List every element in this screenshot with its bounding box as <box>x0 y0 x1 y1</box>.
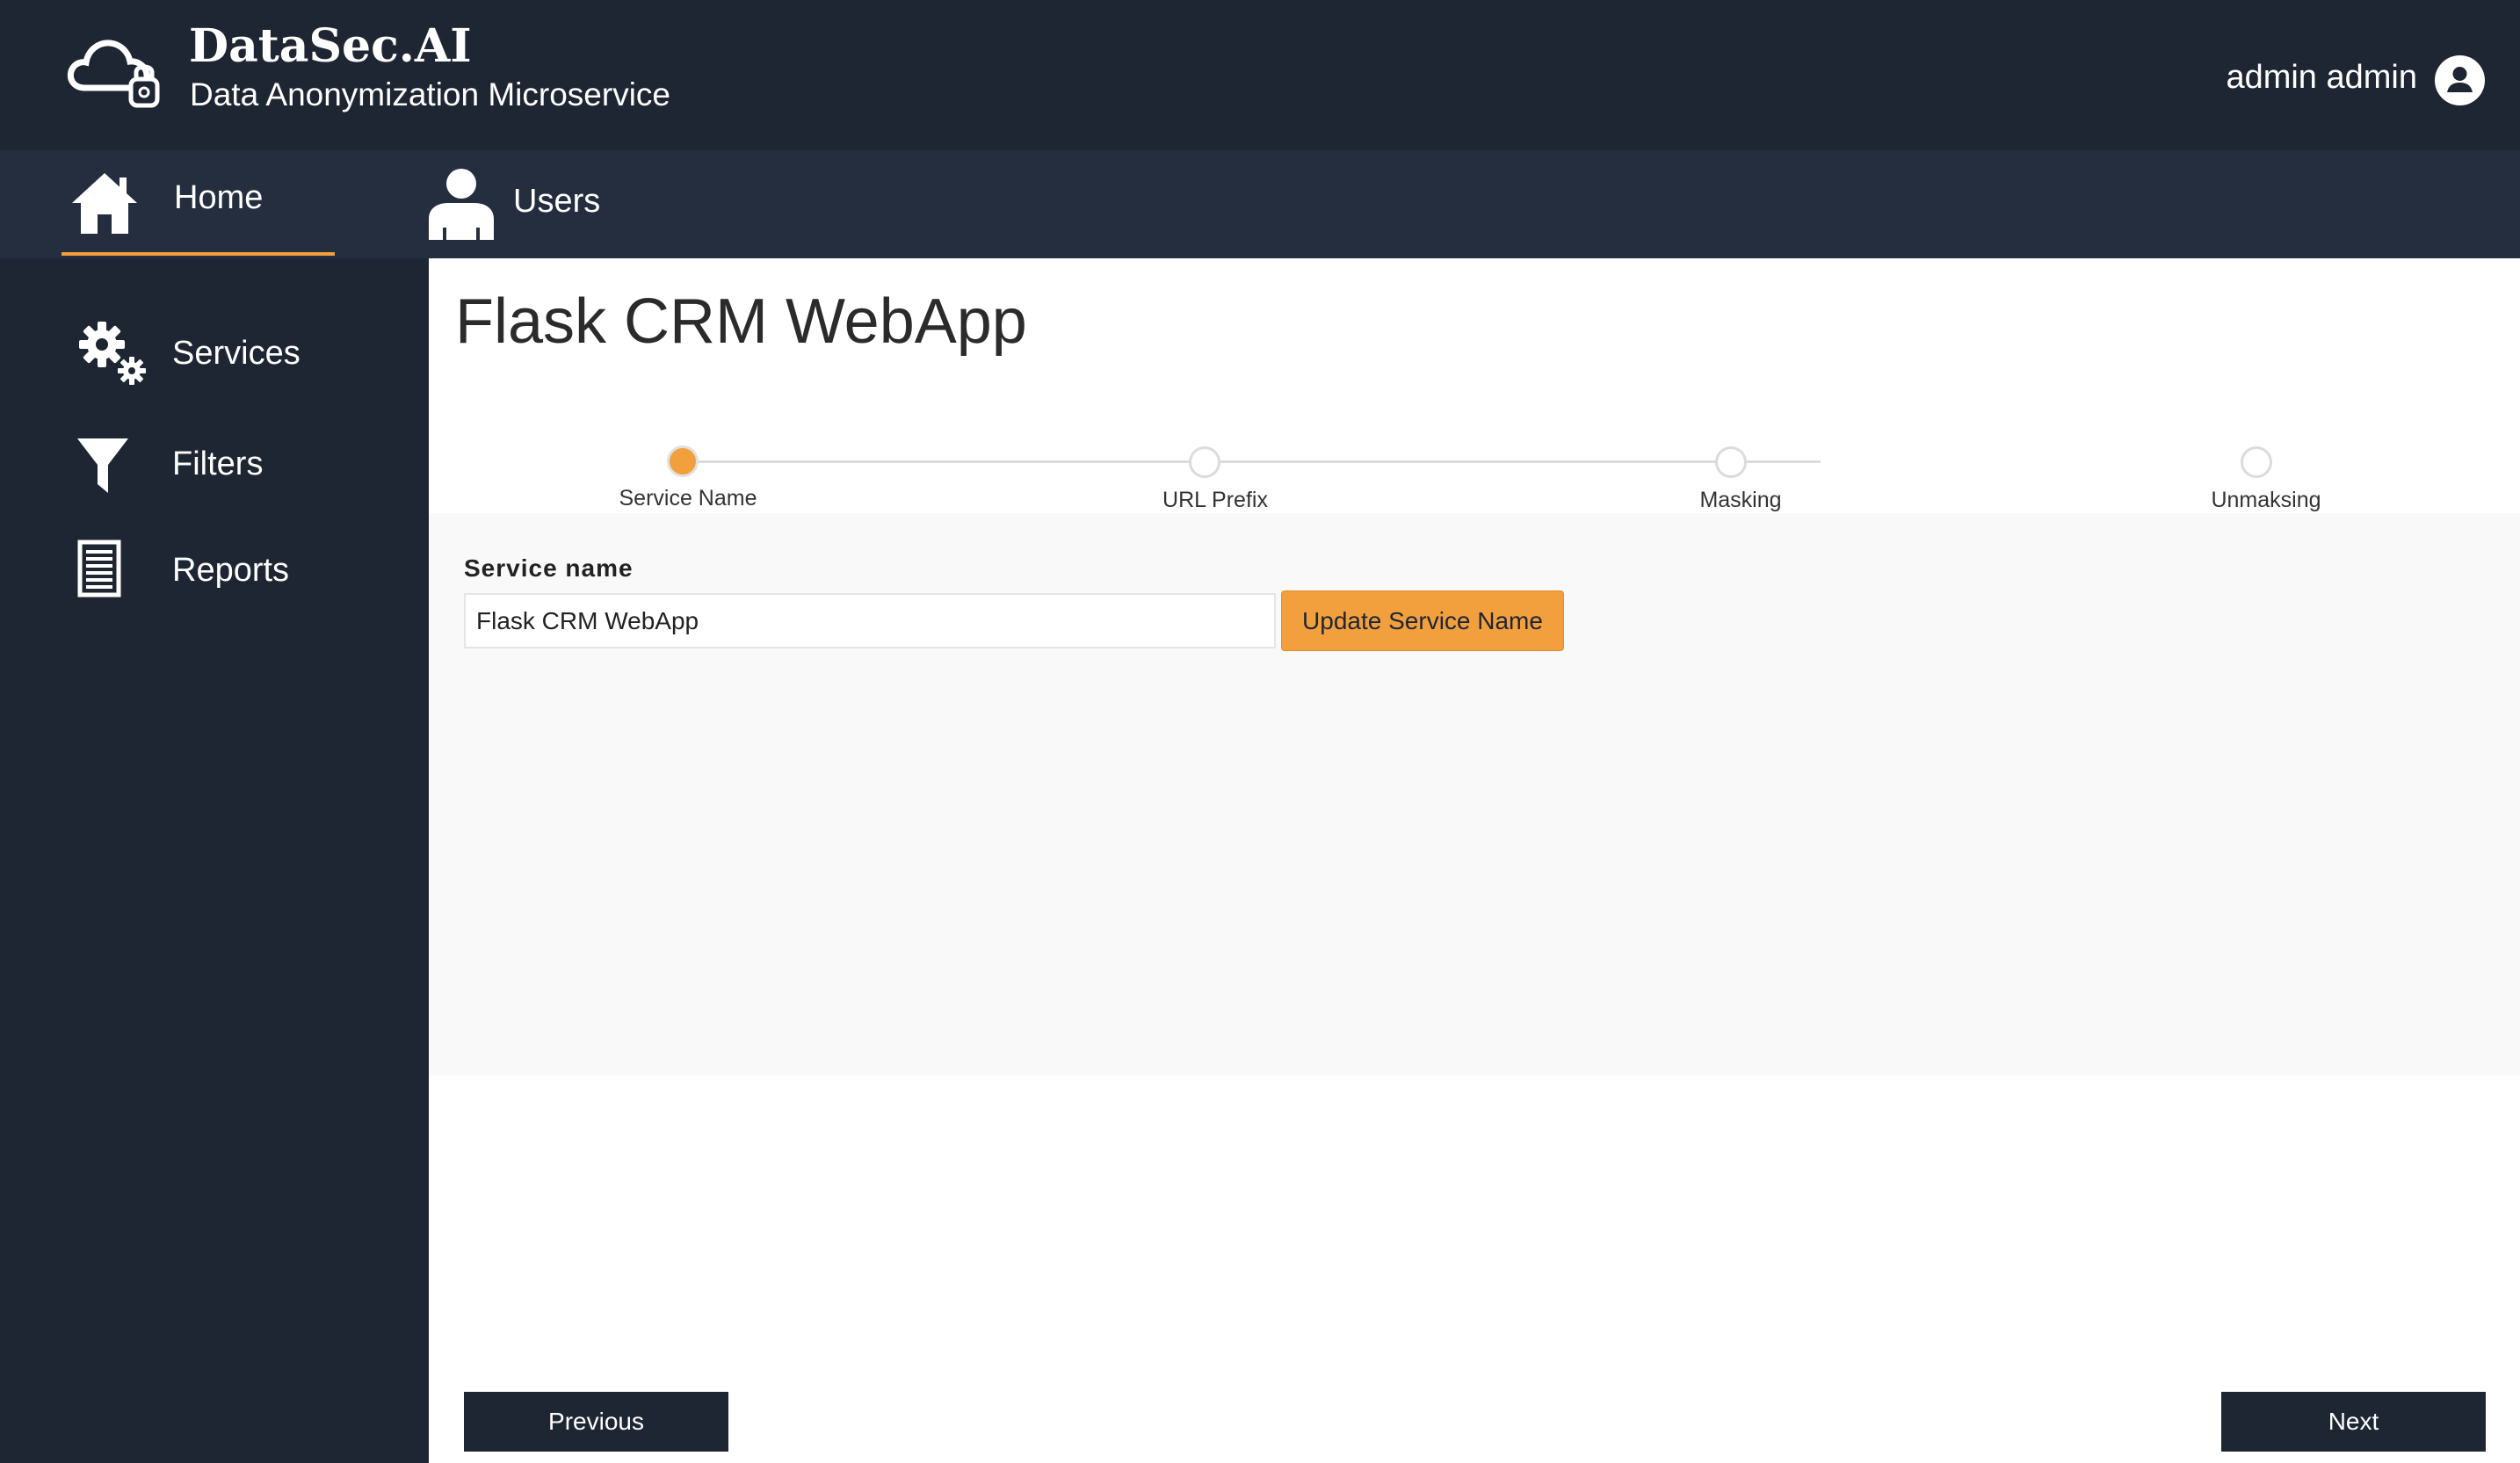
top-nav <box>0 150 2520 258</box>
service-name-label: Service name <box>464 554 634 582</box>
sidebar-item-filters[interactable]: Filters <box>0 430 429 518</box>
cloud-lock-icon <box>67 40 160 108</box>
page-title: Flask CRM WebApp <box>455 286 1027 357</box>
update-service-name-button[interactable]: Update Service Name <box>1281 590 1564 651</box>
step-label: Unmaksing <box>2211 488 2321 512</box>
sidebar-item-label: Filters <box>172 445 264 482</box>
user-name[interactable]: admin admin <box>2226 58 2417 97</box>
gears-icon <box>79 322 146 385</box>
active-tab-indicator <box>62 252 335 256</box>
brand-title: DataSec.AI <box>189 19 472 73</box>
sidebar-item-label: Reports <box>172 552 290 589</box>
document-icon <box>77 540 121 598</box>
app-header: DataSec.AI Data Anonymization Microservi… <box>0 0 2520 150</box>
brand-subtitle: Data Anonymization Microservice <box>190 76 670 112</box>
previous-button[interactable]: Previous <box>464 1392 728 1452</box>
sidebar-item-services[interactable]: Services <box>0 320 429 408</box>
sidebar-item-label: Services <box>172 335 301 372</box>
nav-item-home[interactable]: Home <box>62 150 335 256</box>
nav-item-label: Users <box>513 183 601 220</box>
step-label: URL Prefix <box>1162 488 1268 512</box>
stepper-track <box>678 460 1821 463</box>
service-name-input[interactable] <box>464 593 1276 648</box>
sidebar-item-reports[interactable]: Reports <box>0 540 429 627</box>
user-circle-icon[interactable] <box>2435 55 2485 105</box>
step-dot[interactable] <box>667 445 699 477</box>
user-icon <box>429 169 494 240</box>
nav-item-label: Home <box>174 179 264 216</box>
nav-item-users[interactable]: Users <box>422 150 650 256</box>
step-label: Masking <box>1699 488 1782 512</box>
next-button[interactable]: Next <box>2221 1392 2486 1452</box>
step-dot[interactable] <box>1189 446 1220 478</box>
step-dot[interactable] <box>2241 446 2272 478</box>
home-icon <box>72 173 137 234</box>
step-label: Service Name <box>619 486 757 511</box>
sidebar: Services Filters Reports <box>0 258 429 1463</box>
main-content: Flask CRM WebApp Service Name URL Prefix… <box>429 258 2520 1463</box>
step-dot[interactable] <box>1715 446 1747 478</box>
filter-icon <box>77 438 128 493</box>
